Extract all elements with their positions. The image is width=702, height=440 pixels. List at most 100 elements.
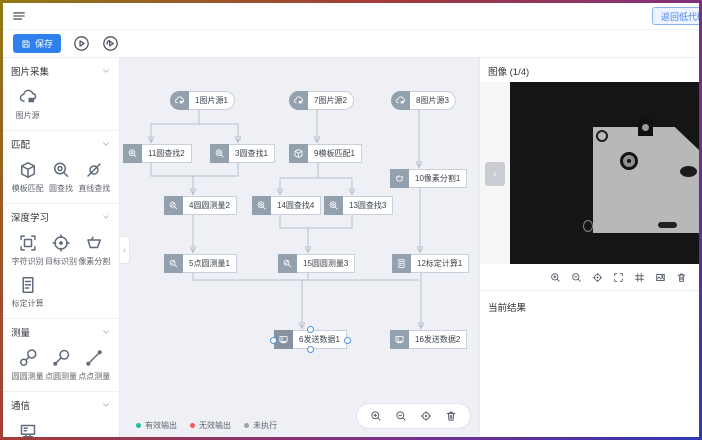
flow-node[interactable]: 4圆圆测量2 [164,196,237,215]
circle-search-icon [210,144,229,163]
top-bar: 返回低代码 [3,3,699,30]
node-label: 12标定计算1 [411,254,469,273]
tool-label: 像素分割 [78,256,110,267]
circle-search-icon [324,196,343,215]
tool-target[interactable]: 目标识别 [44,233,77,267]
sidebar-section-header[interactable]: 测量 [11,324,111,340]
flow-node[interactable]: 3圆查找1 [210,144,275,163]
tool-ocr[interactable]: 字符识别 [11,233,44,267]
chevron-down-icon[interactable] [101,327,111,337]
flow-edges [120,58,479,437]
cloud-icon [289,91,308,110]
save-button[interactable]: 保存 [13,34,61,53]
sidebar-section-header[interactable]: 通信 [11,397,111,413]
run-continuous-button[interactable] [102,35,119,52]
measure-icon [164,254,183,273]
tool-label: 直线查找 [78,183,110,194]
run-once-button[interactable] [73,35,90,52]
flow-node[interactable]: 10像素分割1 [390,169,467,188]
legend-item: 无效输出 [190,420,231,431]
form-icon [392,254,411,273]
flow-node[interactable]: 13圆查找3 [324,196,393,215]
flow-node[interactable]: 1图片源1 [170,91,235,110]
screw-hole [596,130,608,142]
tool-device[interactable] [11,421,44,437]
trash-icon[interactable] [676,272,687,283]
node-label: 16发送数据2 [409,330,467,349]
tool-measure-pc[interactable]: 点圆测量 [44,348,77,382]
line-search-icon [84,160,104,180]
node-handle[interactable] [270,337,277,344]
tool-cube[interactable]: 模板匹配 [11,160,44,194]
flow-node[interactable]: 14圆查找4 [252,196,321,215]
flow-node[interactable]: 16发送数据2 [390,330,467,349]
tool-cloud[interactable]: 图片源 [11,87,44,121]
legend-label: 未执行 [253,420,277,431]
tool-label: 圆查找 [49,183,73,194]
locate-icon[interactable] [592,272,603,283]
zoom-out-icon[interactable] [571,272,582,283]
node-label: 10像素分割1 [409,169,467,188]
fullscreen-icon[interactable] [613,272,624,283]
sidebar-section: 匹配模板匹配圆查找直线查找 [3,131,119,204]
zoom-in-icon[interactable] [550,272,561,283]
tool-basket[interactable]: 像素分割 [78,233,111,267]
flow-canvas[interactable]: 1图片源1 7图片源2 8图片源3 11圆查找2 3圆查找1 9模板匹配1 10像素分割1 4… [120,58,479,437]
sidebar-section-header[interactable]: 图片采集 [11,63,111,79]
tool-circle-search[interactable]: 圆查找 [44,160,77,194]
sidebar-section-title: 通信 [11,398,30,412]
menu-icon[interactable] [12,9,26,23]
image-result-panel: 图像 (1/4) [479,58,699,437]
node-handle[interactable] [344,337,351,344]
sidebar-collapse-handle[interactable] [120,236,130,264]
chevron-down-icon[interactable] [101,212,111,222]
return-low-code-button[interactable]: 返回低代码 [652,7,699,25]
prev-image-button[interactable] [485,162,505,186]
chevron-down-icon[interactable] [101,139,111,149]
tool-label: 字符识别 [12,256,44,267]
image-toolbar [480,264,699,290]
target-icon [51,233,71,253]
sidebar-section-header[interactable]: 深度学习 [11,209,111,225]
node-label: 13圆查找3 [343,196,393,215]
dark-feature [680,166,697,177]
flow-node[interactable]: 6发送数据1 [274,330,347,349]
chevron-left-icon [491,169,499,179]
flow-node[interactable]: 11圆查找2 [123,144,192,163]
chevron-down-icon[interactable] [101,400,111,410]
locate-icon[interactable] [420,410,432,422]
trash-icon[interactable] [445,410,457,422]
tool-label: 点点测量 [78,371,110,382]
edge-feature [583,220,593,232]
chevron-down-icon[interactable] [101,66,111,76]
zoom-out-icon[interactable] [395,410,407,422]
grid-icon[interactable] [634,272,645,283]
tool-measure-cc[interactable]: 圆圆测量 [11,348,44,382]
flow-node[interactable]: 7图片源2 [289,91,354,110]
vision-flow-app: 返回低代码 保存 图片采集图片源匹配模板匹配圆查找直线查找深度学习字符识别目标识… [3,3,699,437]
zoom-in-icon[interactable] [370,410,382,422]
sidebar-section-header[interactable]: 匹配 [11,136,111,152]
sidebar-section-title: 图片采集 [11,64,49,78]
tool-measure-pp[interactable]: 点点测量 [78,348,111,382]
tool-form[interactable]: 标定计算 [11,275,44,309]
flow-node[interactable]: 15圆圆测量3 [278,254,355,273]
sidebar-section-title: 深度学习 [11,210,49,224]
node-label: 7图片源2 [308,91,354,110]
compare-icon[interactable] [655,272,666,283]
sidebar-section: 测量圆圆测量点圆测量点点测量 [3,319,119,392]
sidebar-section: 深度学习字符识别目标识别像素分割标定计算 [3,204,119,319]
node-label: 1图片源1 [189,91,235,110]
flow-node[interactable]: 12标定计算1 [392,254,469,273]
tool-line-search[interactable]: 直线查找 [78,160,111,194]
circle-search-icon [51,160,71,180]
image-preview-area [480,82,699,264]
flow-node[interactable]: 5点圆测量1 [164,254,237,273]
save-icon [21,39,31,49]
cloud-icon [170,91,189,110]
flow-node[interactable]: 8图片源3 [391,91,456,110]
legend-dot [244,423,249,428]
flow-node[interactable]: 9模板匹配1 [289,144,362,163]
form-icon [18,275,38,295]
measure-cc-icon [18,348,38,368]
